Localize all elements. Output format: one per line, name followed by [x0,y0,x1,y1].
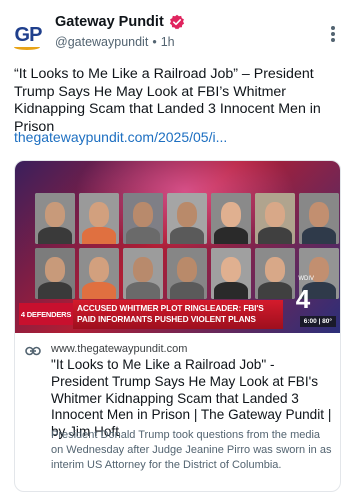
verified-badge-icon [169,14,184,30]
mugshot-photo [255,193,295,244]
link-preview-card[interactable]: 4 DEFENDERS ACCUSED WHITMER PLOT RINGLEA… [14,160,341,492]
mugshot-photo [79,193,119,244]
mugshot-face [45,202,65,227]
mugshot-face [89,257,109,282]
mugshot-shirt [82,282,116,299]
card-domain: www.thegatewaypundit.com [51,343,188,355]
mugshot-photo [299,193,339,244]
post-time[interactable]: 1h [161,35,175,49]
account-handle[interactable]: @gatewaypundit [55,35,148,49]
mugshot-photo [35,193,75,244]
mugshot-shirt [302,227,336,244]
mugshot-face [133,257,153,282]
name-row: Gateway Pundit [55,14,185,30]
account-avatar[interactable]: GP [10,17,46,53]
mugshot-face [309,202,329,227]
display-name[interactable]: Gateway Pundit [55,14,164,30]
mugshot-photo [123,193,163,244]
mugshot-photo [79,248,119,299]
chyron-clock: 6:00 | 80° [299,316,336,327]
mugshot-photo [211,248,251,299]
mugshot-shirt [214,227,248,244]
card-description: President Donald Trump took questions fr… [51,429,332,471]
preview-image[interactable]: 4 DEFENDERS ACCUSED WHITMER PLOT RINGLEA… [15,161,340,333]
mugshot-photo [167,193,207,244]
chyron-text: ACCUSED WHITMER PLOT RINGLEADER: FBI'S P… [73,300,283,329]
mugshot-photo [35,248,75,299]
chyron-badge: 4 DEFENDERS [19,303,73,325]
mugshot-face [89,202,109,227]
mugshot-shirt [126,227,160,244]
card-meta: www.thegatewaypundit.com "It Looks to Me… [15,333,340,471]
mugshot-shirt [38,227,72,244]
mugshot-face [221,202,241,227]
mugshot-photo [167,248,207,299]
post-link[interactable]: thegatewaypundit.com/2025/05/i... [14,129,227,145]
mugshot-face [221,257,241,282]
avatar-swoosh [14,44,40,50]
mugshot-face [177,257,197,282]
mugshot-face [265,202,285,227]
mugshot-face [45,257,65,282]
menu-dot [331,32,335,36]
mugshot-photo [211,193,251,244]
mugshot-shirt [126,282,160,299]
social-post: GP Gateway Pundit @gatewaypundit • 1h “I… [0,0,355,500]
menu-dot [331,26,335,30]
mugshot-shirt [258,227,292,244]
mugshot-photo [123,248,163,299]
news-chyron: 4 DEFENDERS ACCUSED WHITMER PLOT RINGLEA… [15,276,340,333]
mugshot-shirt [170,282,204,299]
menu-dot [331,38,335,42]
more-options-icon[interactable] [326,22,340,46]
mugshot-shirt [82,227,116,244]
meta-separator: • [152,35,157,49]
mugshot-shirt [214,282,248,299]
mugshot-shirt [38,282,72,299]
post-text: “It Looks to Me Like a Railroad Job” – P… [14,66,321,135]
mugshot-face [177,202,197,227]
mugshot-shirt [170,227,204,244]
station-logo: 4 [295,283,311,314]
mugshot-face [265,257,285,282]
handle-row: @gatewaypundit • 1h [55,35,175,49]
mugshot-face [133,202,153,227]
link-icon [25,346,41,356]
